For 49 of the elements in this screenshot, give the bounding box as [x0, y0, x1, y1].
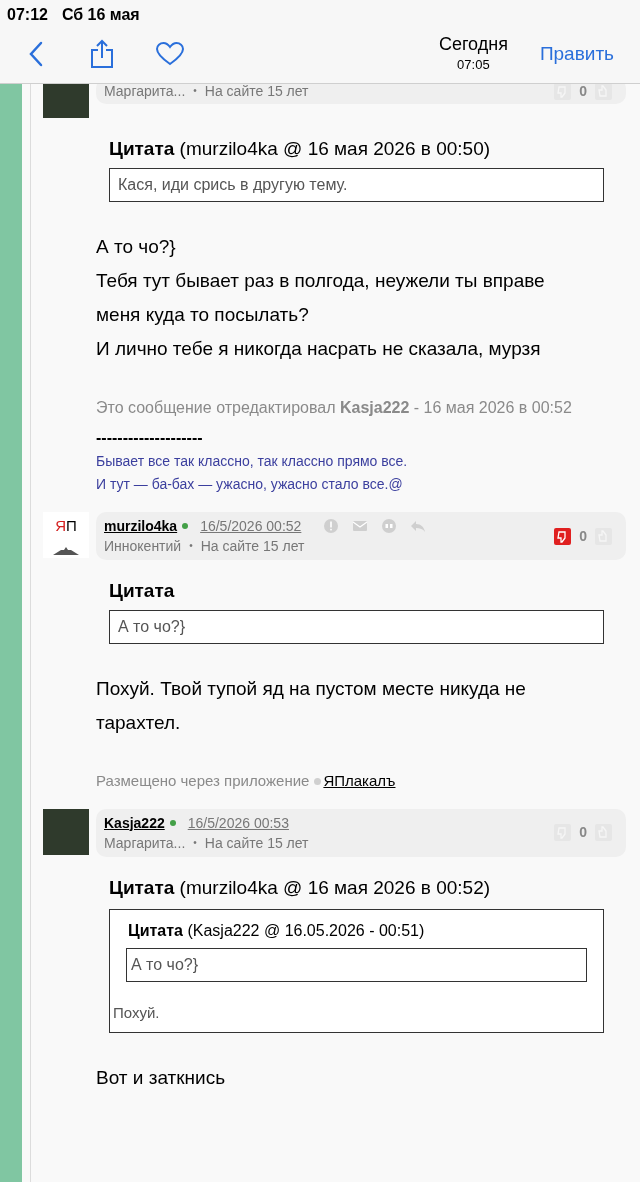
nav-subtitle: 07:05 [457, 56, 490, 75]
post-text: И лично тебе я никогда насрать не сказала, мурзя [96, 337, 542, 361]
signature-text: Бывает все так классно, так классно прямо все. [96, 452, 409, 471]
username-link[interactable]: murzilo4ka [104, 516, 178, 536]
quote-title: Цитата (murzilo4ka @ 16 мая 2026 в 00:52) [109, 875, 492, 900]
member-tenure: На сайте 15 лет [204, 833, 309, 853]
post-date-link[interactable]: 16/5/2026 00:53 [187, 812, 289, 833]
post-text: Похуй. Твой тупой яд на пустом месте никуда не тарахтел. [96, 677, 527, 735]
avatar-image [43, 808, 89, 855]
app-link[interactable]: ЯПлакалъ [323, 770, 396, 793]
app-note: Размещено через приложение [96, 771, 310, 791]
separator-dot: • [189, 539, 193, 553]
separator-dot: • [193, 84, 197, 98]
edit-note: Это сообщение отредактировал Kasja222 - 16 мая 2026 в 00:52 [96, 398, 573, 418]
nav-title: Сегодня [438, 33, 508, 56]
quote-title: Цитата (murzilo4ka @ 16 мая 2026 в 00:50) [109, 137, 492, 161]
separator-dot: • [193, 835, 197, 850]
user-title: Маргарита... [104, 82, 186, 101]
mail-icon[interactable] [352, 518, 369, 534]
quote-box: А то чо?} [109, 610, 604, 644]
status-time: 07:12 [7, 5, 48, 25]
user-title: Иннокентий [104, 537, 182, 556]
avatar-logo: ЯП [43, 512, 89, 558]
member-tenure: На сайте 15 лет [200, 537, 305, 556]
member-tenure: На сайте 15 лет [204, 82, 309, 101]
back-icon[interactable] [28, 41, 44, 67]
username-link[interactable]: Kasja222 [104, 812, 165, 833]
vote-count: 0 [579, 81, 587, 101]
quote-text: Похуй. [112, 1002, 161, 1023]
quote-box: А то чо?} [126, 947, 587, 982]
post-text: Вот и заткнись [96, 1066, 227, 1090]
user-title: Маргарита... [104, 833, 186, 853]
share-icon[interactable] [90, 39, 114, 69]
warning-icon[interactable] [323, 518, 340, 534]
post-text: А то чо?} [96, 235, 177, 259]
post-text: Тебя тут бывает раз в полгода, неужели ты вправе меня куда то посылать? [96, 269, 546, 327]
edit-button[interactable]: Править [539, 39, 614, 69]
vote-count: 0 [579, 526, 587, 546]
status-date: Сб 16 мая [61, 5, 140, 25]
vote-count: 0 [579, 823, 587, 842]
quote-title: Цитата [109, 579, 176, 603]
heart-icon[interactable] [156, 42, 184, 66]
signature-text: И тут — ба-бах — ужасно, ужасно стало все.@ [96, 475, 404, 494]
quote-box: Кася, иди срись в другую тему. [109, 168, 604, 202]
quote-title: Цитата (Kasja222 @ 16.05.2026 - 00:51) [127, 920, 426, 941]
signature-rule: -------------------- [96, 428, 204, 448]
post-date-link[interactable]: 16/5/2026 00:52 [200, 516, 302, 536]
quote-icon[interactable] [381, 518, 398, 534]
thumb-down-icon[interactable] [554, 527, 572, 545]
